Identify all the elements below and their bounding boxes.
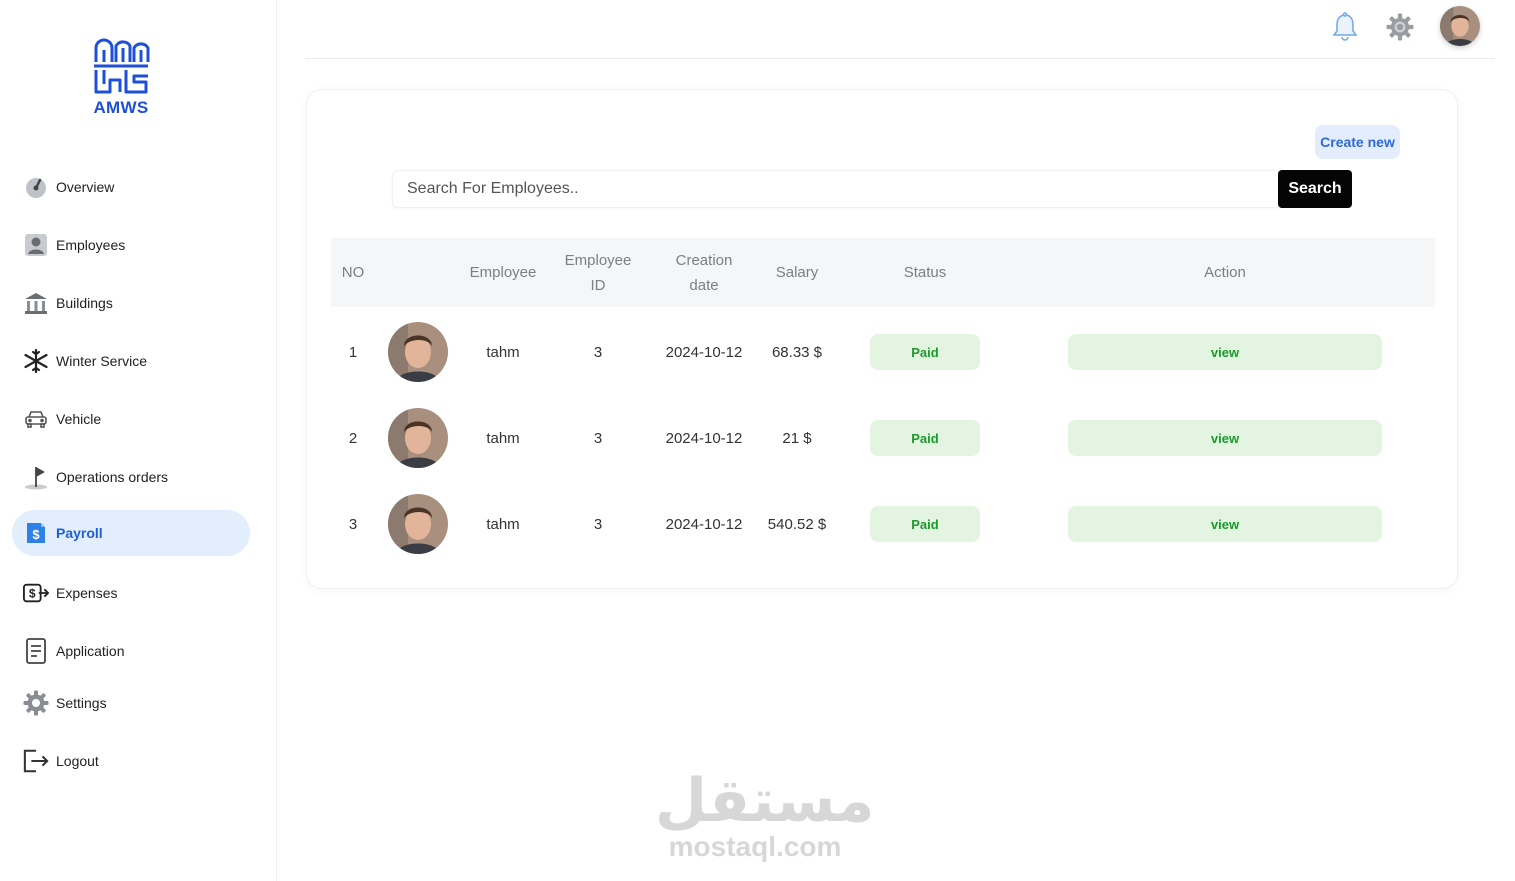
sidebar-item-label: Buildings [56,295,113,311]
sidebar-item-application[interactable]: Application [12,628,250,674]
svg-text:$: $ [29,587,36,601]
column-header-status: Status [903,264,947,281]
watermark-arabic: مستقل [655,766,875,836]
sidebar-item-label: Settings [56,695,107,711]
sidebar-item-employees[interactable]: Employees [12,222,250,268]
sidebar-item-logout[interactable]: Logout [12,738,250,784]
status-badge: Paid [870,334,980,370]
salary: 540.52 $ [767,515,827,533]
svg-text:$: $ [32,527,40,542]
document-icon [23,638,49,664]
gear-icon [23,690,49,716]
sidebar-item-expenses[interactable]: $ Expenses [12,570,250,616]
salary: 21 $ [782,429,812,447]
amws-logo-icon [94,38,150,94]
column-header-salary: Salary [775,264,819,281]
cash-out-icon: $ [23,580,49,606]
bell-icon[interactable] [1328,10,1362,44]
salary: 68.33 $ [771,343,823,361]
sidebar-item-label: Employees [56,237,126,253]
sidebar-item-payroll[interactable]: $ Payroll [12,510,250,556]
row-number: 3 [348,515,358,533]
column-header-action: Action [1204,264,1246,281]
creation-date: 2024-10-12 [665,515,743,533]
employee-id: 3 [593,343,603,361]
sidebar: AMWS Overview Employees Buildings Winter… [0,0,277,881]
sidebar-item-label: Application [56,643,125,659]
sidebar-item-buildings[interactable]: Buildings [12,280,250,326]
status-badge: Paid [870,506,980,542]
employee-avatar [388,322,448,382]
app-window: AMWS Overview Employees Buildings Winter… [0,0,1515,881]
employee-avatar [388,408,448,468]
bank-building-icon [23,290,49,316]
column-header-creation-date: Creation date [675,251,733,294]
face-portrait-icon [1440,6,1480,46]
table-row: 2 tahm 3 2024-10-12 21 $ Paid view [331,395,1435,481]
employee-name: tahm [486,429,520,447]
brand-name: AMWS [93,98,149,117]
user-avatar[interactable] [1440,6,1480,46]
car-icon [23,406,49,432]
sidebar-item-label: Overview [56,179,115,195]
gear-icon[interactable] [1383,10,1417,44]
view-button[interactable]: view [1068,506,1382,542]
row-number: 2 [348,429,358,447]
table-row: 3 tahm 3 2024-10-12 540.52 $ Paid view [331,481,1435,567]
sidebar-item-label: Expenses [56,585,118,601]
employee-id: 3 [593,429,603,447]
employee-name: tahm [486,515,520,533]
view-button[interactable]: view [1068,334,1382,370]
topbar [305,0,1495,59]
status-badge: Paid [870,420,980,456]
column-header-employee-id: Employee ID [564,251,632,294]
gauge-icon [23,174,49,200]
watermark-latin: mostaql.com [668,831,842,862]
search-button[interactable]: Search [1278,170,1352,208]
creation-date: 2024-10-12 [665,343,743,361]
sidebar-item-label: Winter Service [56,353,148,369]
sidebar-item-label: Vehicle [56,411,102,427]
view-button[interactable]: view [1068,420,1382,456]
sidebar-item-overview[interactable]: Overview [12,164,250,210]
payroll-card: Create new Search NO Employee Employee I… [306,89,1458,589]
sidebar-item-label: Operations orders [56,469,169,485]
sidebar-item-vehicle[interactable]: Vehicle [12,396,250,442]
column-header-no: NO [341,264,365,281]
employee-name: tahm [486,343,520,361]
sidebar-item-settings[interactable]: Settings [12,680,250,726]
watermark: مستقل mostaql.com [655,766,875,862]
logout-icon [23,748,49,774]
search-input[interactable] [392,170,1280,208]
row-number: 1 [348,343,358,361]
sidebar-item-label: Payroll [56,525,103,541]
employee-avatar [388,494,448,554]
column-header-employee: Employee [469,264,537,281]
snowflake-icon [23,348,49,374]
brand-logo[interactable]: AMWS [88,36,154,118]
employee-id: 3 [593,515,603,533]
sidebar-item-winter-service[interactable]: Winter Service [12,338,250,384]
creation-date: 2024-10-12 [665,429,743,447]
table-header: NO Employee Employee ID Creation date Sa… [331,238,1435,307]
create-new-button[interactable]: Create new [1315,125,1400,159]
table-row: 1 tahm 3 2024-10-12 68.33 $ Paid view [331,309,1435,395]
sidebar-item-label: Logout [56,753,99,769]
person-icon [23,232,49,258]
payroll-dollar-icon: $ [23,520,49,546]
flag-icon [23,464,49,490]
sidebar-item-operations-orders[interactable]: Operations orders [12,454,250,500]
